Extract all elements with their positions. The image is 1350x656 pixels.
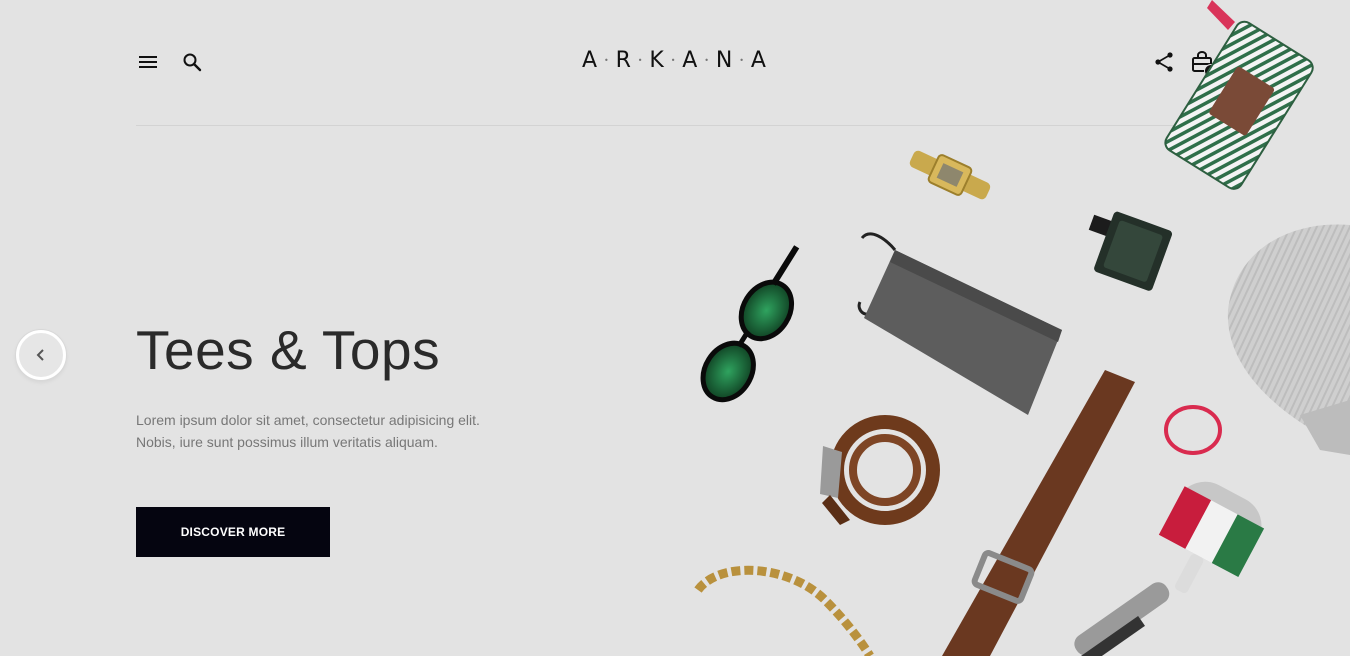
sunglasses bbox=[700, 245, 800, 403]
logo-dot: • bbox=[670, 55, 678, 65]
discover-more-button[interactable]: DISCOVER MORE bbox=[136, 507, 330, 557]
logo-letter: K bbox=[649, 48, 666, 73]
folding-comb bbox=[1074, 582, 1170, 656]
striped-phone-wallet bbox=[1164, 0, 1314, 190]
long-leather-belt bbox=[942, 370, 1135, 656]
hero-product-image bbox=[694, 0, 1350, 656]
menu-icon[interactable] bbox=[136, 50, 160, 74]
red-hair-tie bbox=[1164, 405, 1222, 455]
gold-watch bbox=[909, 150, 991, 200]
chevron-left-icon bbox=[36, 349, 44, 361]
slider-prev-button[interactable] bbox=[16, 330, 66, 380]
logo-letter: R bbox=[615, 48, 633, 73]
header-left-tools bbox=[136, 50, 204, 74]
grey-pouch bbox=[857, 232, 1062, 415]
logo-letter: A bbox=[582, 48, 600, 73]
hero-title: Tees & Tops bbox=[136, 319, 441, 381]
coiled-brown-belt bbox=[820, 415, 940, 525]
gold-chain-bracelet bbox=[694, 565, 874, 656]
perfume-bottle bbox=[1088, 211, 1173, 291]
search-icon[interactable] bbox=[180, 50, 204, 74]
logo-dot: • bbox=[637, 55, 645, 65]
hero-description: Lorem ipsum dolor sit amet, consectetur … bbox=[136, 412, 480, 450]
knit-beanie bbox=[1227, 224, 1350, 455]
logo-dot: • bbox=[603, 55, 611, 65]
